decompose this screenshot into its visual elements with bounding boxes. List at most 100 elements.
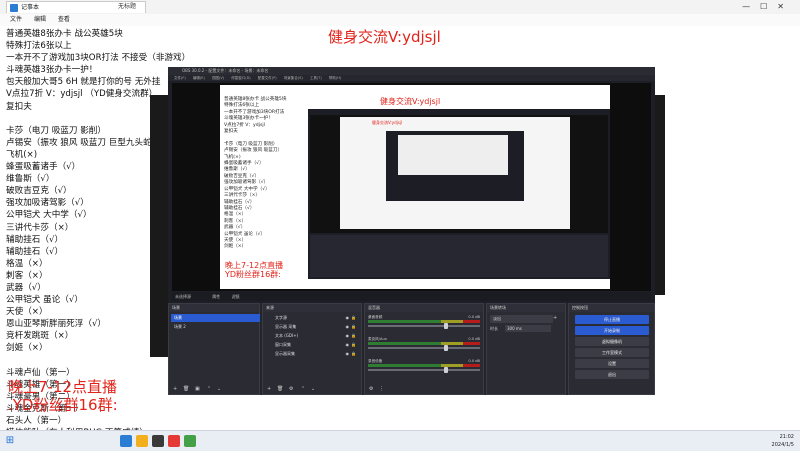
obs-menu-profile[interactable]: 配置文件(P) bbox=[258, 76, 277, 80]
move-down-icon[interactable]: ⌄ bbox=[311, 386, 315, 392]
nested-overlay-title-2: 健身交流V:ydjsjl bbox=[372, 120, 403, 125]
obs-icon[interactable] bbox=[152, 435, 164, 447]
source-item[interactable]: 显示器 采集 ◉ 🔒 bbox=[265, 323, 359, 331]
source-label: 显示器采集 bbox=[275, 351, 295, 356]
duration-input[interactable]: 300 ms bbox=[505, 325, 551, 332]
scene-item[interactable]: 场景 bbox=[171, 314, 260, 322]
mixer-settings-icon[interactable]: ⚙ bbox=[369, 386, 373, 392]
properties-button[interactable]: 属性 bbox=[212, 294, 220, 299]
notepad-line: 特殊打法6张以上 bbox=[6, 41, 72, 52]
transitions-dock-title: 场景转场 bbox=[487, 304, 565, 312]
settings-button[interactable]: 设置 bbox=[575, 359, 649, 368]
mixer-channel: 桌面音频 0.0 dB bbox=[368, 315, 480, 329]
obs-menu-docks[interactable]: 停靠窗口(D) bbox=[231, 76, 250, 80]
move-down-icon[interactable]: ⌄ bbox=[217, 386, 221, 392]
scene-item[interactable]: 场景 2 bbox=[171, 323, 260, 331]
add-transition-icon[interactable]: + bbox=[553, 315, 557, 321]
remove-scene-icon[interactable]: 🗑 bbox=[183, 386, 189, 392]
virtual-camera-button[interactable]: 虚拟摄像机 bbox=[575, 337, 649, 346]
sources-dock: 来源 文字源 ◉ 🔒 显示器 采集 ◉ 🔒 文本 (GDI+) ◉ 🔒 窗口采集 ◉ 🔒… bbox=[262, 303, 362, 395]
menu-edit[interactable]: 编辑 bbox=[34, 16, 46, 23]
browser-icon[interactable] bbox=[120, 435, 132, 447]
file-explorer-icon[interactable] bbox=[136, 435, 148, 447]
eye-icon[interactable]: ◉ bbox=[346, 350, 350, 358]
menu-file[interactable]: 文件 bbox=[10, 16, 22, 23]
source-label: 窗口采集 bbox=[275, 342, 291, 347]
notepad-line: 斗魂卢仙（第一） bbox=[6, 367, 75, 378]
source-item[interactable]: 窗口采集 ◉ 🔒 bbox=[265, 341, 359, 349]
volume-knob[interactable] bbox=[443, 367, 448, 373]
volume-slider[interactable] bbox=[368, 325, 480, 327]
background-video bbox=[150, 95, 168, 357]
scene-filter-icon[interactable]: ▣ bbox=[195, 386, 200, 392]
lock-icon[interactable]: 🔒 bbox=[351, 323, 356, 331]
obs-menu-edit[interactable]: 编辑(E) bbox=[193, 76, 205, 80]
mixer-channel: 录音设备 0.0 dB bbox=[368, 359, 480, 373]
clock-date: 2024/1/5 bbox=[771, 442, 794, 448]
eye-icon[interactable]: ◉ bbox=[346, 341, 350, 349]
eye-icon[interactable]: ◉ bbox=[346, 323, 350, 331]
lock-icon[interactable]: 🔒 bbox=[351, 314, 356, 322]
source-item[interactable]: 显示器采集 ◉ 🔒 bbox=[265, 350, 359, 358]
obs-menu-scenes[interactable]: 场景集合(S) bbox=[284, 76, 303, 80]
mixer-menu-icon[interactable]: ⋮ bbox=[379, 386, 384, 392]
menu-view[interactable]: 查看 bbox=[58, 16, 70, 23]
source-item[interactable]: 文字源 ◉ 🔒 bbox=[265, 314, 359, 322]
lock-icon[interactable]: 🔒 bbox=[351, 332, 356, 340]
add-scene-icon[interactable]: + bbox=[173, 386, 177, 392]
add-source-icon[interactable]: + bbox=[267, 386, 271, 392]
filters-button[interactable]: 滤镜 bbox=[232, 294, 240, 299]
eye-icon[interactable]: ◉ bbox=[346, 314, 350, 322]
app-icon[interactable] bbox=[168, 435, 180, 447]
notepad-tab-2[interactable]: 无标题 bbox=[112, 1, 178, 13]
clock-time: 21:02 bbox=[779, 434, 794, 440]
nested-overlay-title: 健身交流V:ydjsjl bbox=[380, 97, 441, 106]
eye-icon[interactable]: ◉ bbox=[346, 332, 350, 340]
remove-source-icon[interactable]: 🗑 bbox=[277, 386, 283, 392]
obs-menu-view[interactable]: 视图(V) bbox=[212, 76, 224, 80]
windows-start-icon[interactable]: ⊞ bbox=[4, 435, 16, 447]
nested-screen-2: 健身交流V:ydjsjl bbox=[340, 117, 570, 229]
nested-screen: 普通英雄8张办卡 战公英雄5块 特殊打法6张以上 一本开不了游戏加3块OR打法 斗魂英… bbox=[220, 85, 610, 289]
app-icon[interactable] bbox=[184, 435, 196, 447]
notepad-line: 一本开不了游戏加3块OR打法 不接受（非游戏） bbox=[6, 53, 191, 64]
volume-meter bbox=[368, 342, 480, 345]
notepad-line: 斗魂英雄3张办卡一护！ bbox=[6, 65, 98, 76]
transitions-dock: 场景转场 淡出 + 时长 300 ms bbox=[486, 303, 566, 395]
source-toolbar: 未选择源 属性 滤镜 bbox=[172, 292, 651, 301]
move-up-icon[interactable]: ⌃ bbox=[207, 386, 211, 392]
source-label: 文本 (GDI+) bbox=[275, 333, 299, 338]
nested-preview-3 bbox=[398, 135, 508, 175]
mixer-dock: 混音器 桌面音频 0.0 dB 麦克风/Aux 0.0 dB 录音设备 0.0 … bbox=[364, 303, 484, 395]
volume-knob[interactable] bbox=[443, 345, 448, 351]
studio-mode-button[interactable]: 工作室模式 bbox=[575, 348, 649, 357]
obs-menu-file[interactable]: 文件(F) bbox=[174, 76, 186, 80]
obs-menu-tools[interactable]: 工具(T) bbox=[310, 76, 322, 80]
move-up-icon[interactable]: ⌃ bbox=[301, 386, 305, 392]
lock-icon[interactable]: 🔒 bbox=[351, 350, 356, 358]
nested-obs-preview: 健身交流V:ydjsjl bbox=[310, 115, 608, 233]
volume-slider[interactable] bbox=[368, 369, 480, 371]
volume-slider[interactable] bbox=[368, 347, 480, 349]
exit-button[interactable]: 退出 bbox=[575, 370, 649, 379]
transition-select[interactable]: 淡出 bbox=[490, 315, 553, 323]
lock-icon[interactable]: 🔒 bbox=[351, 341, 356, 349]
volume-meter bbox=[368, 364, 480, 367]
source-settings-icon[interactable]: ⚙ bbox=[289, 386, 293, 392]
channel-name: 桌面音频 bbox=[368, 315, 383, 319]
stop-streaming-button[interactable]: 停止直播 bbox=[575, 315, 649, 324]
mixer-channel: 麦克风/Aux 0.0 dB bbox=[368, 337, 480, 351]
obs-titlebar: OBS 30.0.2 - 配置文件：未命名 - 场景：未命名 bbox=[168, 67, 655, 75]
channel-db: 0.0 dB bbox=[468, 359, 480, 363]
source-item[interactable]: 文本 (GDI+) ◉ 🔒 bbox=[265, 332, 359, 340]
system-tray[interactable]: 21:02 2024/1/5 bbox=[734, 433, 794, 449]
taskbar: ⊞ 21:02 2024/1/5 bbox=[0, 430, 800, 451]
obs-menu-help[interactable]: 帮助(H) bbox=[329, 76, 341, 80]
start-recording-button[interactable]: 开始录制 bbox=[575, 326, 649, 335]
obs-preview[interactable]: 普通英雄8张办卡 战公英雄5块 特殊打法6张以上 一本开不了游戏加3块OR打法 斗魂英… bbox=[172, 83, 651, 291]
channel-db: 0.0 dB bbox=[468, 315, 480, 319]
overlay-live-text: 晚上7-12点直播 .YD粉丝群16群: bbox=[8, 378, 118, 414]
volume-knob[interactable] bbox=[443, 323, 448, 329]
window-controls[interactable]: —☐✕ bbox=[742, 0, 794, 14]
overlay-title-text: 健身交流V:ydjsjl bbox=[328, 28, 441, 46]
